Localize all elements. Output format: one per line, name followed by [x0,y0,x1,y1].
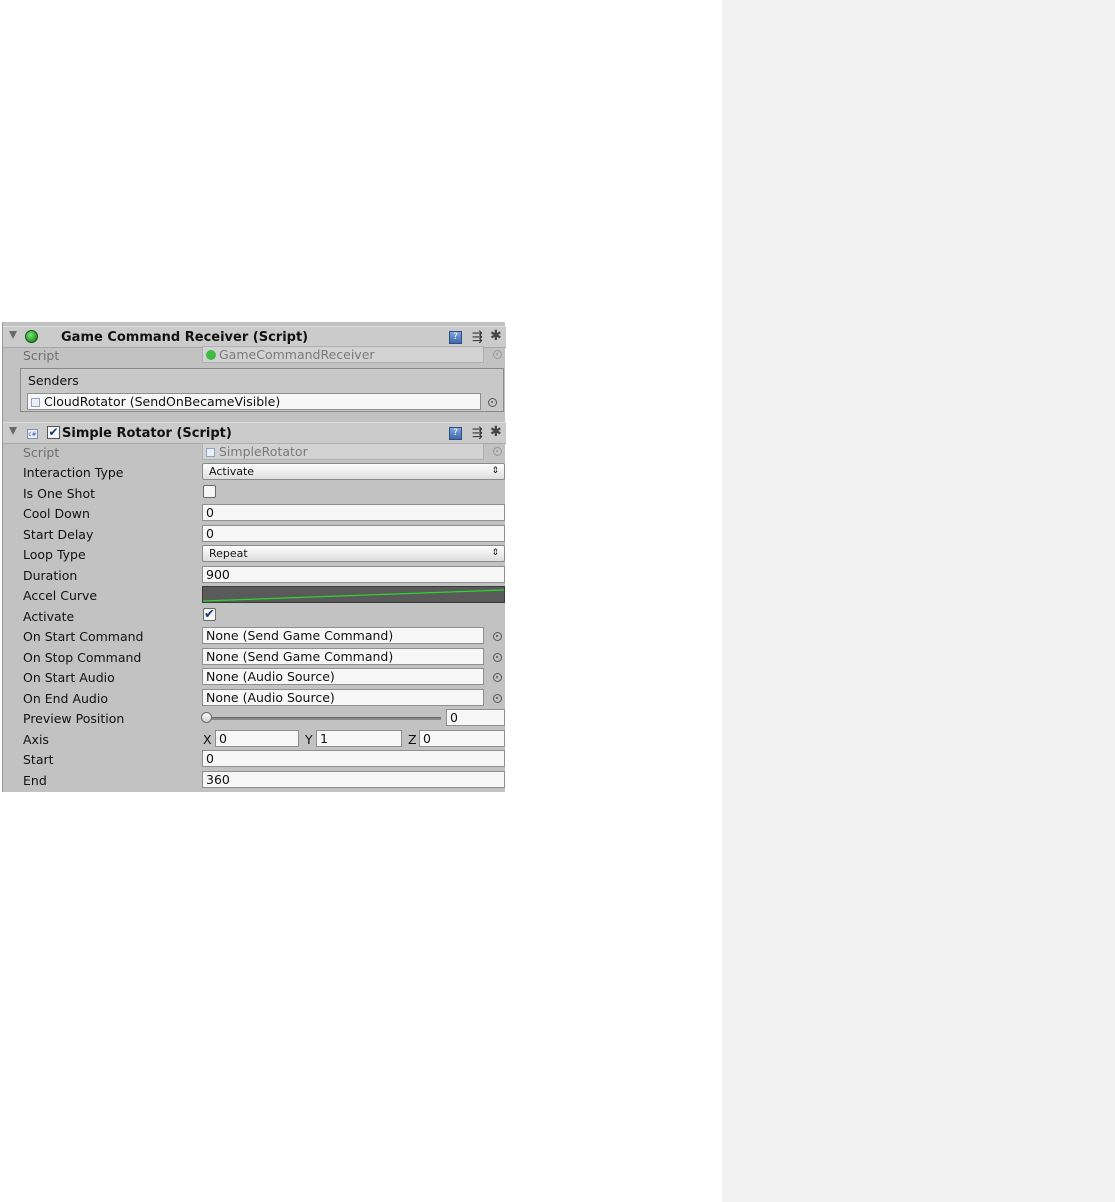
row-axis: Axis X 0 Y 1 Z 0 [3,729,506,749]
row-activate: Activate ✔ [3,606,506,626]
row-loop-type: Loop Type Repeat ⇕ [3,544,506,564]
field-label: Start [23,752,54,767]
preview-position-input[interactable]: 0 [446,709,505,726]
dropdown-arrows-icon: ⇕ [491,548,499,558]
object-picker-icon[interactable] [493,632,502,641]
inspector-panel: Game Command Receiver (Script) ? ⇶ ✱ Scr… [2,322,506,792]
accel-curve-field[interactable] [202,586,505,603]
cs-script-icon [206,448,215,457]
object-picker-icon[interactable] [488,398,497,407]
script-dot-icon [206,350,216,360]
is-one-shot-checkbox[interactable] [203,485,216,498]
field-label: Duration [23,568,78,583]
row-start-delay: Start Delay 0 [3,524,506,544]
axis-x-label: X [203,732,212,747]
row-interaction-type: Interaction Type Activate ⇕ [3,462,506,482]
start-input[interactable]: 0 [202,750,505,767]
field-label: Interaction Type [23,465,124,480]
preview-position-slider-thumb[interactable] [201,712,212,723]
row-script: Script SimpleRotator [3,442,506,462]
gear-icon[interactable]: ✱ [490,424,502,440]
row-on-end-audio: On End Audio None (Audio Source) [3,688,506,708]
axis-y-input[interactable]: 1 [316,730,402,747]
duration-input[interactable]: 900 [202,566,505,583]
cs-script-icon: c# [27,429,38,439]
field-label: Accel Curve [23,588,98,603]
senders-list: Senders CloudRotator (SendOnBecameVisibl… [20,368,504,412]
script-green-dot-icon [25,330,38,343]
start-delay-input[interactable]: 0 [202,525,505,542]
sender-item-field[interactable]: CloudRotator (SendOnBecameVisible) [27,393,481,410]
senders-label: Senders [28,373,79,388]
axis-x-input[interactable]: 0 [215,730,299,747]
activate-checkbox[interactable]: ✔ [203,608,216,621]
axis-z-label: Z [408,732,417,747]
loop-type-dropdown[interactable]: Repeat ⇕ [202,545,505,562]
field-label: On Stop Command [23,650,142,665]
component-title: Game Command Receiver (Script) [61,330,309,345]
row-is-one-shot: Is One Shot [3,483,506,503]
on-start-audio-field[interactable]: None (Audio Source) [202,668,484,685]
component-header-simple-rotator[interactable]: c# ✔ Simple Rotator (Script) ? ⇶ ✱ [3,422,506,444]
field-label: On Start Audio [23,670,115,685]
interaction-type-dropdown[interactable]: Activate ⇕ [202,463,505,480]
field-label: Start Delay [23,527,94,542]
component-enabled-checkbox[interactable]: ✔ [47,426,60,439]
cs-script-icon [31,398,40,407]
help-book-icon[interactable]: ? [449,331,462,344]
row-start: Start 0 [3,749,506,769]
script-field[interactable]: GameCommandReceiver [202,346,484,363]
row-accel-curve: Accel Curve [3,585,506,605]
field-label: On Start Command [23,629,144,644]
field-label-script: Script [23,445,60,460]
script-field[interactable]: SimpleRotator [202,443,484,460]
foldout-arrow-icon[interactable] [9,331,17,339]
row-script: Script GameCommandReceiver [3,345,506,365]
field-label: Activate [23,609,75,624]
dropdown-arrows-icon: ⇕ [491,466,499,476]
help-book-icon[interactable]: ? [449,427,462,440]
foldout-arrow-icon[interactable] [9,427,17,435]
field-label: Axis [23,732,49,747]
field-label: Loop Type [23,547,86,562]
field-label: End [23,773,47,788]
accel-curve-graph [203,589,504,602]
right-side-panel [722,0,1115,1202]
row-on-stop-command: On Stop Command None (Send Game Command) [3,647,506,667]
on-stop-command-field[interactable]: None (Send Game Command) [202,648,484,665]
row-on-start-command: On Start Command None (Send Game Command… [3,626,506,646]
gear-icon[interactable]: ✱ [490,328,502,344]
preview-position-slider-track[interactable] [205,717,441,720]
row-preview-position: Preview Position 0 [3,708,506,728]
on-start-command-field[interactable]: None (Send Game Command) [202,627,484,644]
row-duration: Duration 900 [3,565,506,585]
component-title: Simple Rotator (Script) [62,426,232,441]
axis-y-label: Y [305,732,313,747]
row-cool-down: Cool Down 0 [3,503,506,523]
field-label: On End Audio [23,691,108,706]
row-on-start-audio: On Start Audio None (Audio Source) [3,667,506,687]
on-end-audio-field[interactable]: None (Audio Source) [202,689,484,706]
field-label: Cool Down [23,506,90,521]
field-label: Is One Shot [23,486,96,501]
end-input[interactable]: 360 [202,771,505,788]
preset-icon[interactable]: ⇶ [472,426,483,441]
field-label-script: Script [23,348,60,363]
field-label: Preview Position [23,711,125,726]
object-picker-icon[interactable] [493,694,502,703]
axis-z-input[interactable]: 0 [419,730,505,747]
object-picker-icon[interactable] [493,653,502,662]
object-picker-icon[interactable] [493,447,502,456]
object-picker-icon[interactable] [493,350,502,359]
row-end: End 360 [3,770,506,790]
cool-down-input[interactable]: 0 [202,504,505,521]
object-picker-icon[interactable] [493,673,502,682]
preset-icon[interactable]: ⇶ [472,330,483,345]
